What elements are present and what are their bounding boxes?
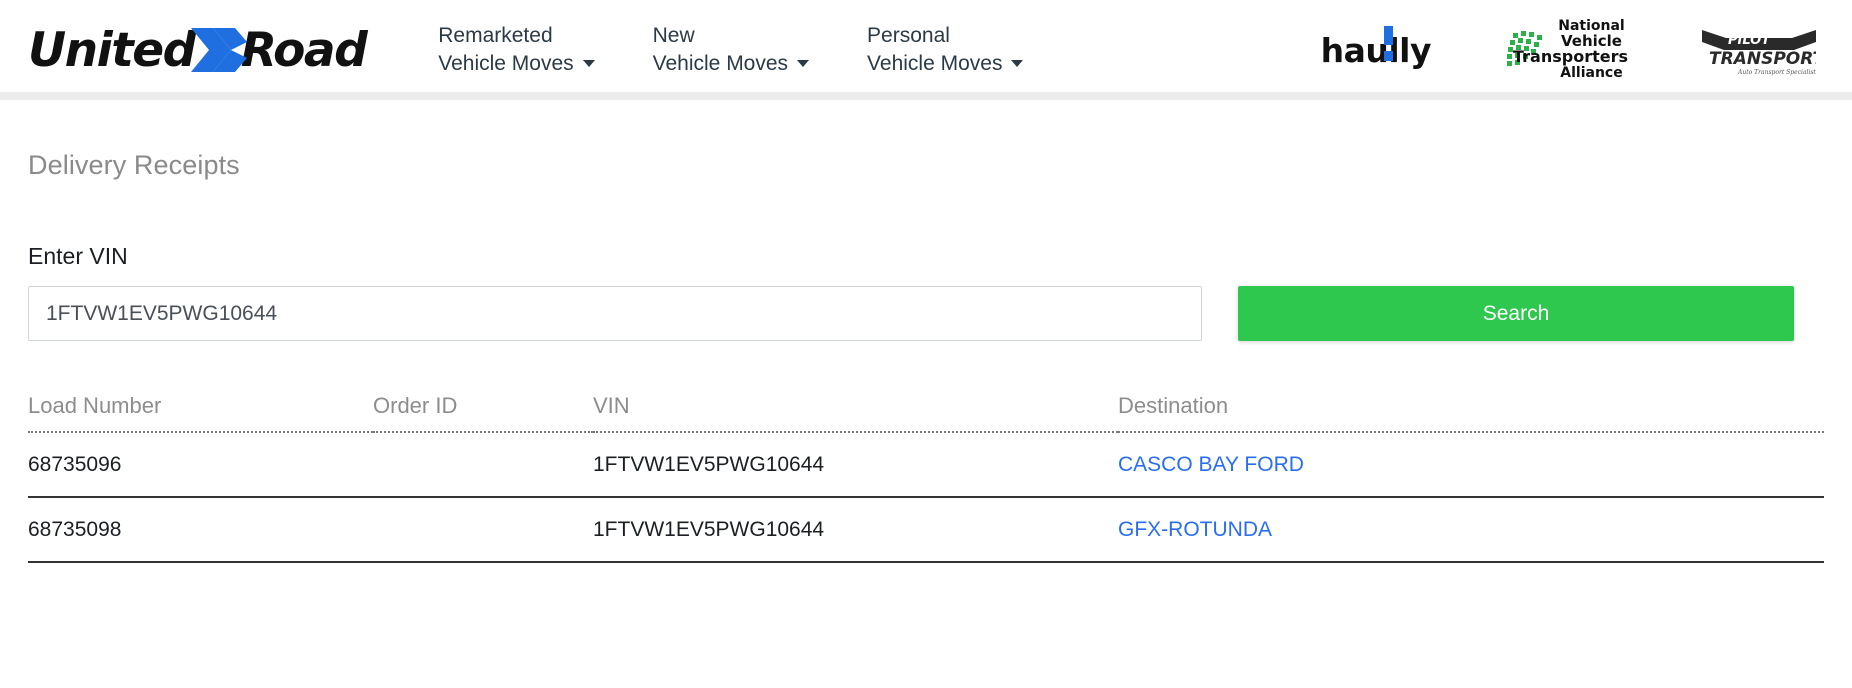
nav-item-line2: Vehicle Moves xyxy=(652,52,789,75)
nav-item-line1: Remarketed xyxy=(438,24,553,48)
search-button[interactable]: Search xyxy=(1238,286,1794,341)
cell-vin: 1FTVW1EV5PWG10644 xyxy=(593,432,1118,498)
table-row: 68735096 1FTVW1EV5PWG10644 CASCO BAY FOR… xyxy=(28,432,1824,498)
destination-link[interactable]: CASCO BAY FORD xyxy=(1118,453,1304,476)
pilot-line1: PILOT xyxy=(1728,33,1771,48)
nvta-line4: Alliance xyxy=(1560,65,1623,82)
nav-item-line2: Vehicle Moves xyxy=(438,52,574,75)
vin-search-row: Search xyxy=(28,286,1824,341)
partner-logo-nvta[interactable]: National Vehicle Transporters Alliance xyxy=(1505,19,1628,82)
cell-load-number: 68735098 xyxy=(28,497,373,563)
pilot-line2: TRANSPORT xyxy=(1709,49,1816,69)
partner-logo-haully[interactable]: haully xyxy=(1321,20,1431,80)
nav-item-new-vehicle-moves[interactable]: New Vehicle Moves xyxy=(652,22,810,77)
nav-item-line2: Vehicle Moves xyxy=(867,52,1003,75)
column-header-load-number: Load Number xyxy=(28,393,373,433)
nav-item-personal-vehicle-moves[interactable]: Personal Vehicle Moves xyxy=(867,22,1024,77)
page-title: Delivery Receipts xyxy=(28,150,240,180)
chevron-down-icon xyxy=(582,60,595,68)
vin-input[interactable] xyxy=(28,286,1202,341)
site-header: United Road Remarketed Vehicle Moves New… xyxy=(0,0,1852,100)
chevron-down-icon xyxy=(1011,60,1024,68)
chevron-down-icon xyxy=(797,60,810,68)
column-header-order-id: Order ID xyxy=(373,393,593,433)
destination-link[interactable]: GFX-ROTUNDA xyxy=(1118,518,1272,541)
column-header-vin: VIN xyxy=(593,393,1118,433)
main-navigation: Remarketed Vehicle Moves New Vehicle Mov… xyxy=(438,22,1024,77)
column-header-destination: Destination xyxy=(1118,393,1824,433)
table-row: 68735098 1FTVW1EV5PWG10644 GFX-ROTUNDA xyxy=(28,497,1824,563)
header-divider xyxy=(0,92,1852,100)
cell-destination: GFX-ROTUNDA xyxy=(1118,497,1824,563)
cell-order-id xyxy=(373,432,593,498)
partner-logos: haully National Vehicle Transporters All… xyxy=(1321,19,1816,82)
haully-wordmark: haully xyxy=(1320,30,1432,70)
nav-item-remarketed-vehicle-moves[interactable]: Remarketed Vehicle Moves xyxy=(438,22,595,77)
pilot-tagline: Auto Transport Specialists xyxy=(1737,69,1816,76)
nav-item-line1: New xyxy=(652,24,695,48)
partner-logo-pilot-transport[interactable]: PILOT TRANSPORT Auto Transport Specialis… xyxy=(1702,20,1816,80)
double-chevron-right-icon xyxy=(190,28,247,72)
cell-vin: 1FTVW1EV5PWG10644 xyxy=(593,497,1118,563)
delivery-receipts-table: Load Number Order ID VIN Destination 687… xyxy=(28,393,1824,563)
exclamation-mark-icon xyxy=(1383,25,1395,66)
brand-word-united: United xyxy=(28,22,196,78)
cell-destination: CASCO BAY FORD xyxy=(1118,432,1824,498)
nav-item-line1: Personal xyxy=(867,24,950,48)
cell-load-number: 68735096 xyxy=(28,432,373,498)
brand-logo-united-road[interactable]: United Road xyxy=(28,22,368,78)
main-content: Delivery Receipts Enter VIN Search Load … xyxy=(0,100,1852,563)
cell-order-id xyxy=(373,497,593,563)
brand-word-road: Road xyxy=(240,22,368,78)
table-header-row: Load Number Order ID VIN Destination xyxy=(28,393,1824,433)
vin-field-label: Enter VIN xyxy=(28,243,128,269)
nvta-line3: Transporters xyxy=(1512,47,1628,67)
